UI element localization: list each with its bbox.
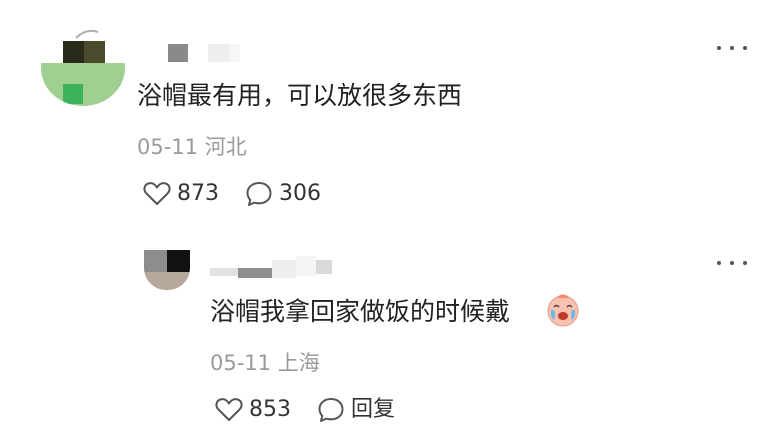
avatar-pixel (84, 41, 105, 63)
heart-icon (143, 182, 171, 205)
avatar-pixel (144, 272, 190, 290)
comment-meta: 05-11 河北 (137, 134, 247, 160)
more-options-button[interactable] (717, 38, 747, 58)
avatar-pixel (63, 84, 83, 104)
like-count: 873 (177, 181, 219, 206)
reply-date: 05-11 (210, 351, 272, 375)
comment-bubble-icon (318, 398, 344, 422)
commenter-username-redacted[interactable] (168, 44, 253, 62)
crying-face-emoji (547, 294, 579, 327)
replier-username-redacted[interactable] (210, 254, 350, 280)
comment-bubble-icon (246, 182, 272, 206)
comment-thread: 浴帽最有用，可以放很多东西 05-11 河北 873 306 浴帽我拿回家做饭的… (0, 0, 780, 444)
reply-text: 浴帽我拿回家做饭的时候戴 (210, 297, 511, 326)
replier-avatar[interactable] (144, 250, 190, 290)
reply-meta: 05-11 上海 (210, 350, 320, 376)
reply-location: 上海 (277, 351, 320, 375)
avatar-pixel (63, 41, 84, 63)
more-icon (717, 261, 721, 265)
reply-label: 回复 (351, 397, 396, 422)
reply-like-button[interactable]: 853 (215, 396, 295, 424)
heart-icon (215, 398, 243, 421)
more-icon (717, 46, 721, 50)
avatar-pixel (144, 250, 167, 272)
comment-text: 浴帽最有用，可以放很多东西 (137, 81, 463, 110)
reply-button[interactable]: 回复 (317, 396, 407, 424)
avatar-pixel (167, 250, 190, 272)
reply-count-button[interactable]: 306 (245, 180, 325, 208)
like-count: 853 (249, 397, 291, 422)
avatar-pixel (41, 63, 125, 106)
avatar-arc-decoration (75, 29, 99, 39)
more-options-button[interactable] (717, 253, 747, 273)
comment-date: 05-11 (137, 135, 199, 159)
reply-count: 306 (279, 181, 321, 206)
commenter-avatar[interactable] (41, 30, 125, 106)
comment-location: 河北 (204, 135, 247, 159)
like-button[interactable]: 873 (143, 180, 223, 208)
